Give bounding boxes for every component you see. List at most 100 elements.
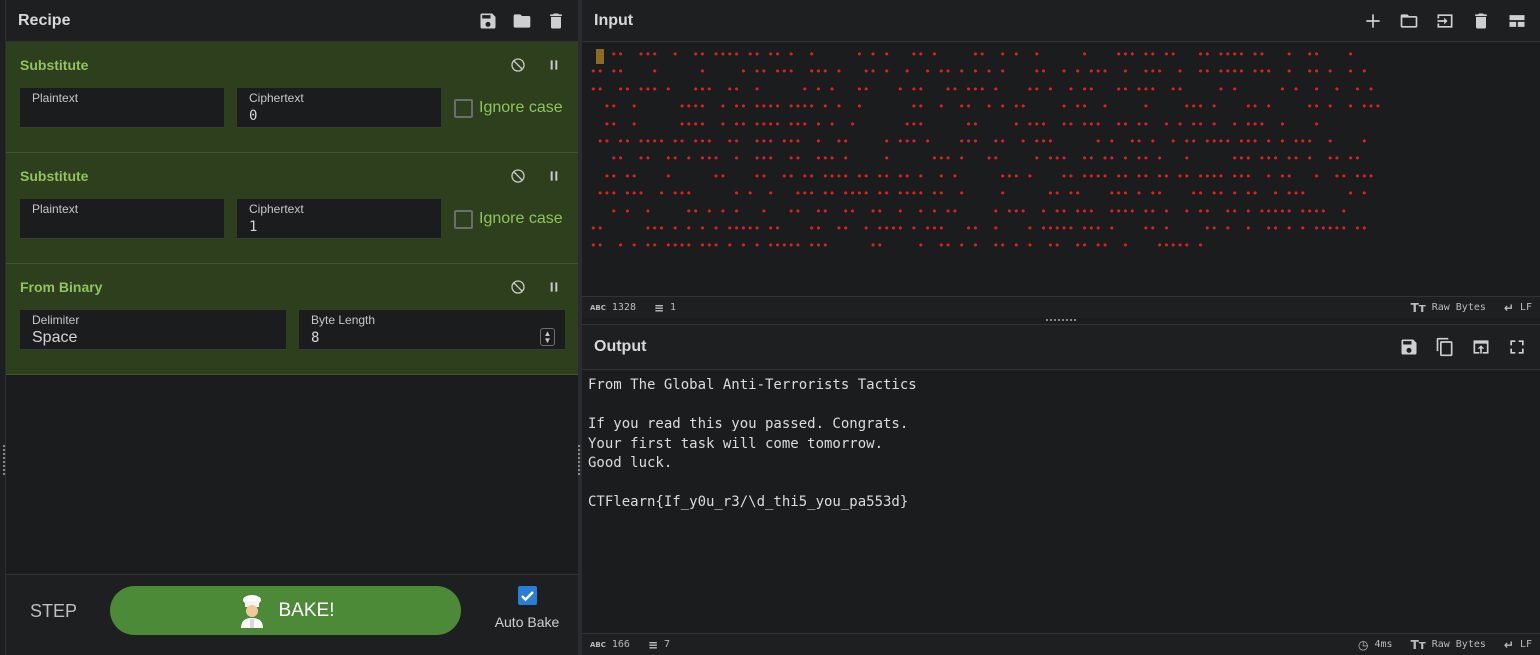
checkbox-box[interactable] [454, 209, 473, 229]
checkbox-box[interactable] [454, 98, 473, 118]
pause-icon[interactable] [543, 54, 565, 76]
folder-icon[interactable] [1398, 10, 1420, 32]
ignore-case-checkbox[interactable]: Ignore case [454, 209, 563, 229]
operation-substitute-1[interactable]: Substitute Plaintext Ciphertext 0 Ignore… [6, 42, 579, 153]
lines-icon: ≡ [647, 637, 659, 652]
text-encoding-icon: Tт [1410, 300, 1426, 315]
input-encoding[interactable]: Tт Raw Bytes [1411, 301, 1486, 315]
input-panel: Input •• ••• • •• •••• •• •• • • • • • •… [582, 0, 1540, 318]
disable-icon[interactable] [507, 165, 529, 187]
output-title: Output [594, 338, 647, 355]
trash-icon[interactable] [1470, 10, 1492, 32]
cyberchef-app: Recipe Substitute Plaintext Ciphertext 0… [0, 0, 1540, 655]
input-header: Input [582, 0, 1540, 42]
input-status-bar: ABC 1328 ≡ 1 Tт Raw Bytes ↵ LF [582, 296, 1540, 318]
pause-icon[interactable] [543, 276, 565, 298]
step-button[interactable]: STEP [30, 601, 77, 622]
delimiter-select[interactable]: Delimiter Space [20, 310, 286, 350]
ciphertext-field[interactable]: Ciphertext 1 [237, 199, 441, 239]
recipe-header-icons [477, 10, 567, 32]
operation-title: From Binary [20, 279, 103, 295]
recipe-title: Recipe [18, 11, 71, 29]
operation-substitute-2[interactable]: Substitute Plaintext Ciphertext 1 Ignore… [6, 153, 579, 264]
ciphertext-label: Ciphertext [249, 202, 304, 216]
input-line: ••• ••• • ••• • • • ••• •• •••• •• •••• … [590, 187, 1368, 201]
input-title: Input [594, 11, 634, 29]
disable-icon[interactable] [507, 54, 529, 76]
input-line: •• •• •• • ••• • ••• •• ••• • • ••• • ••… [590, 152, 1361, 166]
length-icon: ABC [590, 303, 606, 312]
output-header: Output [582, 325, 1540, 370]
byte-length-field[interactable]: Byte Length 8 ▲ ▼ [299, 310, 565, 350]
plaintext-field[interactable]: Plaintext [20, 88, 224, 128]
output-header-icons [1398, 336, 1528, 358]
plaintext-label: Plaintext [32, 91, 79, 105]
text-encoding-icon: Tт [1410, 637, 1426, 652]
trash-icon[interactable] [545, 10, 567, 32]
operation-title: Substitute [20, 57, 89, 73]
length-icon: ABC [590, 640, 606, 649]
output-line: From The Global Anti-Terrorists Tactics [588, 377, 917, 393]
output-line: Good luck. [588, 455, 673, 471]
left-resize-grip[interactable] [3, 445, 5, 475]
output-eol[interactable]: ↵ LF [1504, 638, 1532, 652]
ignore-case-checkbox[interactable]: Ignore case [454, 98, 563, 118]
copy-icon[interactable] [1434, 336, 1456, 358]
save-icon[interactable] [477, 10, 499, 32]
auto-bake-check[interactable] [517, 586, 537, 605]
bake-label: BAKE! [278, 599, 335, 621]
folder-icon[interactable] [511, 10, 533, 32]
maximise-icon[interactable] [1506, 336, 1528, 358]
input-textarea[interactable]: •• ••• • •• •••• •• •• • • • • • •• • ••… [582, 42, 1540, 296]
input-lines-value: 1 [670, 302, 677, 313]
byte-length-value: 8 [311, 330, 320, 346]
output-lines: ≡ 7 [648, 638, 670, 652]
plaintext-field[interactable]: Plaintext [20, 199, 224, 239]
operation-controls [507, 54, 565, 76]
input-lines: ≡ 1 [654, 301, 676, 315]
output-line: CTFlearn{If_y0u_r3/\d_thi5_you_pa553d} [588, 494, 909, 510]
operation-header: From Binary [6, 264, 579, 310]
input-length: ABC 1328 [590, 302, 636, 313]
bake-button[interactable]: BAKE! [110, 586, 461, 635]
plus-icon[interactable] [1362, 10, 1384, 32]
ciphertext-field[interactable]: Ciphertext 0 [237, 88, 441, 128]
input-line: •• ••• • •• •••• •• •• • • • • • •• • ••… [590, 48, 1355, 61]
output-panel: Output From The Global Anti-Terrorists T… [582, 324, 1540, 655]
row-resize-grip[interactable] [1046, 319, 1076, 321]
clock-icon: ◷ [1358, 637, 1369, 652]
return-icon: ↵ [1503, 300, 1514, 315]
output-textarea[interactable]: From The Global Anti-Terrorists Tactics I… [582, 370, 1540, 633]
input-status-left: ABC 1328 ≡ 1 [590, 301, 676, 315]
input-line: •• •• ••• • ••• •• • • • • •• • •• •• ••… [590, 82, 1375, 96]
input-line: •• • •••• • •• •••• ••• • • • ••• •• • •… [590, 117, 1321, 131]
save-icon[interactable] [1398, 336, 1420, 358]
ciphertext-label: Ciphertext [249, 91, 304, 105]
pause-icon[interactable] [543, 165, 565, 187]
output-status-bar: ABC 166 ≡ 7 ◷ 4ms Tт Raw Bytes ↵ LF [582, 633, 1540, 655]
operation-controls [507, 165, 565, 187]
output-encoding[interactable]: Tт Raw Bytes [1411, 638, 1486, 652]
text-cursor [596, 49, 604, 64]
recipe-header: Recipe [6, 0, 579, 42]
input-header-icons [1362, 10, 1528, 32]
layout-icon[interactable] [1506, 10, 1528, 32]
input-line: •• •• • •• •• •• •• •••• •• •• •• • • • … [590, 169, 1375, 183]
number-stepper[interactable]: ▲ ▼ [540, 328, 555, 346]
auto-bake-checkbox[interactable]: Auto Bake [492, 586, 562, 630]
output-line: Your first task will come tomorrow. [588, 435, 884, 452]
recipe-panel: Recipe Substitute Plaintext Ciphertext 0… [6, 0, 579, 655]
input-eol[interactable]: ↵ LF [1504, 301, 1532, 315]
replace-input-icon[interactable] [1470, 336, 1492, 358]
operation-title: Substitute [20, 168, 89, 184]
column-resize-grip[interactable] [578, 445, 580, 475]
input-line: • • • •• • • • • •• •• •• •• • • • •• • … [590, 204, 1348, 218]
input-line: •• •• • • • •• ••• ••• • •• • • • •• • •… [590, 65, 1368, 79]
disable-icon[interactable] [507, 276, 529, 298]
import-icon[interactable] [1434, 10, 1456, 32]
operation-from-binary[interactable]: From Binary Delimiter Space Byte Length [6, 264, 579, 375]
output-encoding-value: Raw Bytes [1431, 639, 1486, 650]
recipe-footer: STEP BAKE! Auto Bake [6, 574, 579, 655]
ignore-case-label: Ignore case [479, 99, 563, 116]
